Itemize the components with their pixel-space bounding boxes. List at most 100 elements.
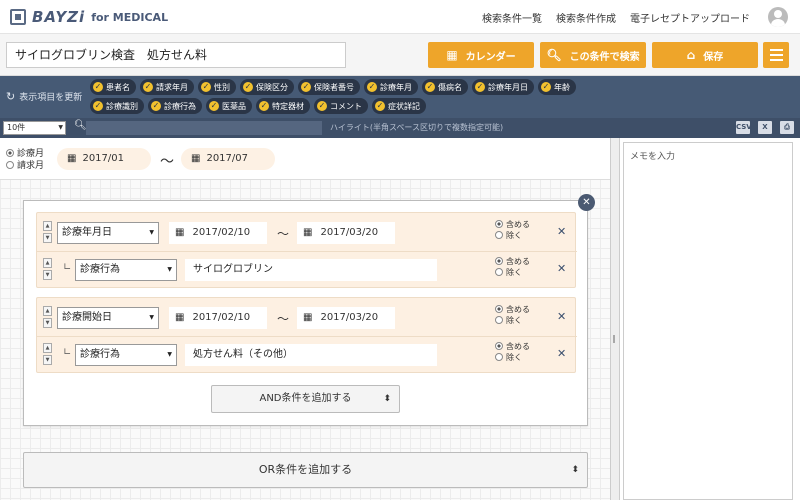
move-down-icon[interactable]: ▼ bbox=[43, 270, 52, 280]
title-bar: サイログロブリン検査 処方せん料 ▦ カレンダー 🔍︎ この条件で検索 ⌂ 保存 bbox=[0, 34, 800, 76]
export-icons: CSV X ⎙ bbox=[736, 121, 794, 134]
period-from-field[interactable]: ▦ 2017/01 bbox=[57, 148, 151, 170]
move-down-icon[interactable]: ▼ bbox=[43, 355, 52, 365]
move-up-icon[interactable]: ▲ bbox=[43, 258, 52, 268]
radio-claim-month[interactable]: 請求月 bbox=[6, 160, 44, 172]
date-to-field[interactable]: ▦ 2017/03/20 bbox=[297, 307, 395, 329]
condition-field-select[interactable]: 診療年月日 bbox=[57, 222, 159, 244]
date-from-field[interactable]: ▦ 2017/02/10 bbox=[169, 222, 267, 244]
radio-include[interactable]: 含める bbox=[495, 304, 530, 315]
condition-field-select[interactable]: 診療開始日 bbox=[57, 307, 159, 329]
move-up-icon[interactable]: ▲ bbox=[43, 306, 52, 316]
tag-item[interactable]: ✓ 性別 bbox=[198, 79, 236, 95]
excel-export-icon[interactable]: X bbox=[758, 121, 772, 134]
tag-item[interactable]: ✓ 診療年月日 bbox=[472, 79, 534, 95]
radio-include[interactable]: 含める bbox=[495, 341, 530, 352]
reorder-arrows: ▲ ▼ bbox=[43, 221, 52, 243]
sub-condition-value-input[interactable]: 処方せん料（その他） bbox=[185, 344, 437, 366]
period-to-field[interactable]: ▦ 2017/07 bbox=[181, 148, 275, 170]
radio-label: 請求月 bbox=[17, 161, 45, 171]
tag-label: 症状詳記 bbox=[388, 101, 420, 111]
remove-condition-icon[interactable]: ✕ bbox=[557, 347, 566, 360]
tag-item[interactable]: ✓ 医薬品 bbox=[206, 98, 252, 114]
date-to-field[interactable]: ▦ 2017/03/20 bbox=[297, 222, 395, 244]
tag-label: 特定器材 bbox=[272, 101, 304, 111]
nav-receipt-upload[interactable]: 電子レセプトアップロード bbox=[630, 10, 750, 25]
tag-item[interactable]: ✓ 診療識別 bbox=[90, 98, 144, 114]
tag-label: 性別 bbox=[214, 82, 230, 92]
include-exclude-radios: 含める 除く bbox=[495, 304, 530, 326]
sub-condition-field-select[interactable]: 診療行為 bbox=[75, 259, 177, 281]
radio-exclude[interactable]: 除く bbox=[495, 315, 530, 326]
user-avatar-icon[interactable] bbox=[768, 7, 788, 27]
date-from-field[interactable]: ▦ 2017/02/10 bbox=[169, 307, 267, 329]
tag-item[interactable]: ✓ 年齢 bbox=[538, 79, 576, 95]
tag-label: 保険区分 bbox=[256, 82, 288, 92]
move-up-icon[interactable]: ▲ bbox=[43, 343, 52, 353]
include-exclude-radios: 含める 除く bbox=[495, 256, 530, 278]
highlight-search-input[interactable] bbox=[86, 121, 322, 135]
move-down-icon[interactable]: ▼ bbox=[43, 318, 52, 328]
csv-export-icon[interactable]: CSV bbox=[736, 121, 752, 134]
refresh-display-items-button[interactable]: ↻ 表示項目を更新 bbox=[6, 90, 82, 103]
memo-textarea[interactable]: メモを入力 bbox=[623, 142, 793, 500]
radio-exclude[interactable]: 除く bbox=[495, 352, 530, 363]
remove-condition-icon[interactable]: ✕ bbox=[557, 262, 566, 275]
tag-item[interactable]: ✓ 傷病名 bbox=[422, 79, 468, 95]
close-panel-icon[interactable]: ✕ bbox=[578, 194, 595, 211]
check-icon: ✓ bbox=[317, 101, 327, 111]
add-or-condition-button[interactable]: OR条件を追加する bbox=[23, 452, 588, 488]
radio-icon bbox=[495, 220, 503, 228]
tag-item[interactable]: ✓ 患者名 bbox=[90, 79, 136, 95]
radio-label: 除く bbox=[506, 353, 522, 362]
calendar-icon: ▦ bbox=[175, 312, 185, 323]
move-up-icon[interactable]: ▲ bbox=[43, 221, 52, 231]
period-from-value: 2017/01 bbox=[82, 153, 124, 164]
move-down-icon[interactable]: ▼ bbox=[43, 233, 52, 243]
tag-item[interactable]: ✓ 特定器材 bbox=[256, 98, 310, 114]
sub-condition-value-input[interactable]: サイログロブリン bbox=[185, 259, 437, 281]
nested-elbow-icon: ∟ bbox=[63, 262, 72, 273]
check-icon: ✓ bbox=[201, 82, 211, 92]
calendar-button[interactable]: ▦ カレンダー bbox=[428, 42, 534, 68]
pane-splitter[interactable] bbox=[610, 138, 620, 500]
per-page-select[interactable]: 10件 bbox=[3, 121, 66, 135]
tag-item[interactable]: ✓ 診療行為 bbox=[148, 98, 202, 114]
date-from-value: 2017/02/10 bbox=[192, 227, 251, 238]
radio-include[interactable]: 含める bbox=[495, 219, 530, 230]
tag-item[interactable]: ✓ コメント bbox=[314, 98, 368, 114]
save-button[interactable]: ⌂ 保存 bbox=[652, 42, 758, 68]
search-with-condition-button[interactable]: 🔍︎ この条件で検索 bbox=[540, 42, 646, 68]
add-and-condition-button[interactable]: AND条件を追加する bbox=[211, 385, 400, 413]
radio-medical-month[interactable]: 診療月 bbox=[6, 148, 44, 160]
tag-label: 患者名 bbox=[106, 82, 130, 92]
radio-exclude[interactable]: 除く bbox=[495, 230, 530, 241]
tag-item[interactable]: ✓ 請求年月 bbox=[140, 79, 194, 95]
radio-icon bbox=[495, 305, 503, 313]
tag-item[interactable]: ✓ 保険者番号 bbox=[298, 79, 360, 95]
radio-label: 含める bbox=[506, 257, 530, 266]
check-icon: ✓ bbox=[93, 101, 103, 111]
nav-search-create[interactable]: 検索条件作成 bbox=[556, 10, 616, 25]
calendar-icon: ▦ bbox=[191, 153, 201, 164]
range-tilde: 〜 bbox=[277, 227, 290, 241]
calendar-icon: ▦ bbox=[67, 153, 77, 164]
nav-search-list[interactable]: 検索条件一覧 bbox=[482, 10, 542, 25]
remove-condition-icon[interactable]: ✕ bbox=[557, 310, 566, 323]
radio-exclude[interactable]: 除く bbox=[495, 267, 530, 278]
app-logo[interactable]: BAYZi for MEDICAL bbox=[10, 8, 168, 26]
date-from-value: 2017/02/10 bbox=[192, 312, 251, 323]
print-icon[interactable]: ⎙ bbox=[780, 121, 794, 134]
tag-item[interactable]: ✓ 診療年月 bbox=[364, 79, 418, 95]
radio-label: 診療月 bbox=[17, 149, 45, 159]
radio-include[interactable]: 含める bbox=[495, 256, 530, 267]
refresh-label: 表示項目を更新 bbox=[19, 93, 83, 103]
reorder-arrows: ▲ ▼ bbox=[43, 258, 52, 280]
include-exclude-radios: 含める 除く bbox=[495, 341, 530, 363]
menu-hamburger-icon[interactable] bbox=[763, 42, 789, 68]
remove-condition-icon[interactable]: ✕ bbox=[557, 225, 566, 238]
search-title-input[interactable]: サイログロブリン検査 処方せん料 bbox=[6, 42, 346, 68]
tag-item[interactable]: ✓ 保険区分 bbox=[240, 79, 294, 95]
tag-item[interactable]: ✓ 症状詳記 bbox=[372, 98, 426, 114]
sub-condition-field-select[interactable]: 診療行為 bbox=[75, 344, 177, 366]
